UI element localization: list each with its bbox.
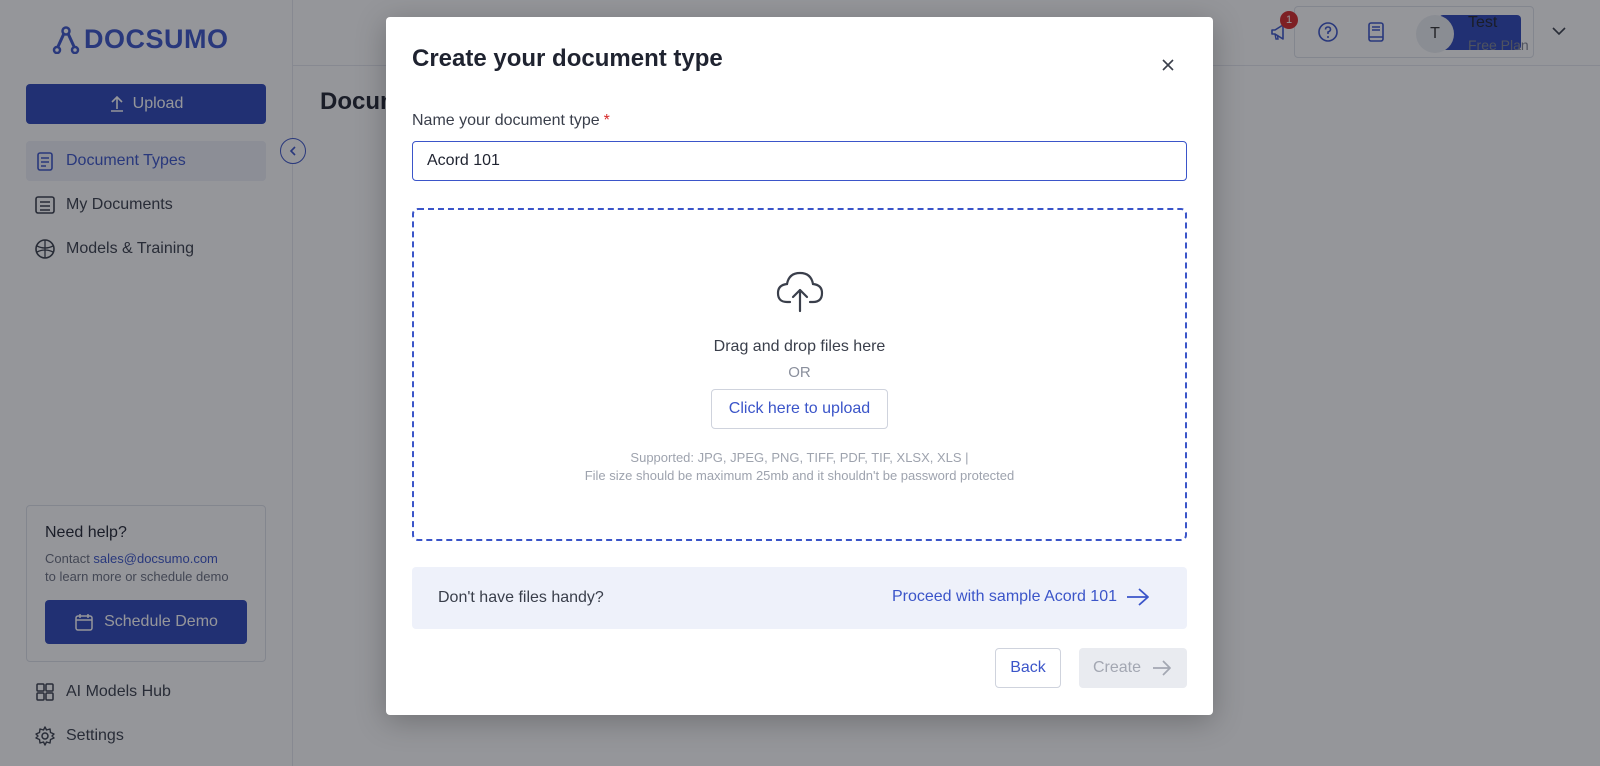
supported-formats-text: Supported: JPG, JPEG, PNG, TIFF, PDF, TI… bbox=[630, 450, 969, 465]
close-icon bbox=[1162, 59, 1174, 71]
arrow-right-icon bbox=[1153, 660, 1171, 676]
file-size-note: File size should be maximum 25mb and it … bbox=[584, 468, 1015, 483]
name-label-text: Name your document type bbox=[412, 112, 600, 129]
arrow-right-icon bbox=[1127, 588, 1149, 606]
file-dropzone[interactable]: Drag and drop files here OR Click here t… bbox=[412, 208, 1187, 541]
drag-drop-text: Drag and drop files here bbox=[713, 338, 886, 355]
cloud-upload-icon bbox=[776, 271, 824, 313]
sample-banner: Don't have files handy? Proceed with sam… bbox=[412, 567, 1187, 629]
name-field-label: Name your document type * bbox=[412, 112, 610, 130]
create-document-type-modal: Create your document type Name your docu… bbox=[386, 17, 1213, 715]
proceed-with-sample-link[interactable]: Proceed with sample Acord 101 bbox=[892, 586, 1151, 608]
click-to-upload-button[interactable]: Click here to upload bbox=[711, 389, 888, 429]
document-type-name-input[interactable] bbox=[412, 141, 1187, 181]
create-button-label: Create bbox=[1092, 659, 1142, 676]
required-mark: * bbox=[603, 112, 610, 129]
back-button[interactable]: Back bbox=[995, 648, 1061, 688]
close-button[interactable] bbox=[1156, 53, 1180, 77]
sample-question: Don't have files handy? bbox=[438, 589, 604, 606]
modal-title: Create your document type bbox=[412, 45, 723, 72]
proceed-with-sample-label: Proceed with sample Acord 101 bbox=[891, 588, 1117, 605]
or-divider-text: OR bbox=[788, 364, 811, 381]
create-button[interactable]: Create bbox=[1079, 648, 1187, 688]
